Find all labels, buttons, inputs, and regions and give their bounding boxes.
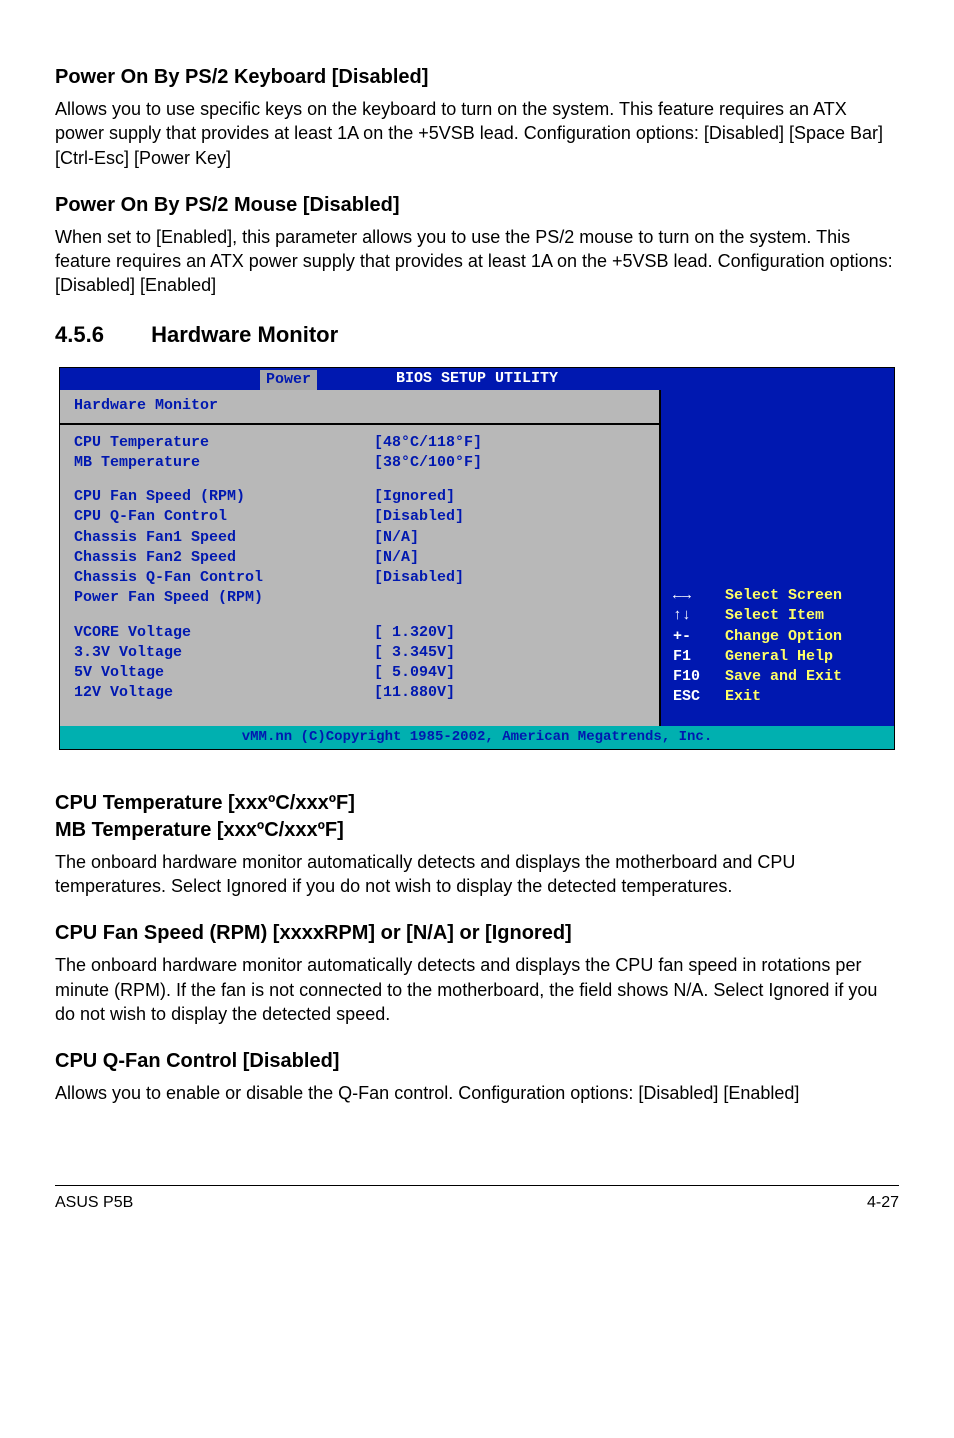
legend-desc: Select Item	[725, 606, 824, 626]
heading-hwmon-number: 4.5.6	[55, 320, 145, 350]
heading-power-keyboard: Power On By PS/2 Keyboard [Disabled]	[55, 64, 899, 91]
bios-copyright-bar: vMM.nn (C)Copyright 1985-2002, American …	[60, 726, 894, 749]
bios-legend: ←→Select Screen ↑↓Select Item +-Change O…	[673, 586, 882, 708]
legend-row: ESCExit	[673, 687, 882, 707]
footer-left: ASUS P5B	[55, 1192, 133, 1214]
bios-field-label[interactable]: 3.3V Voltage	[74, 643, 374, 663]
legend-key: ←→	[673, 586, 725, 606]
bios-row: 12V Voltage[11.880V]	[74, 683, 645, 703]
heading-hwmon: 4.5.6 Hardware Monitor	[55, 320, 899, 350]
bios-row: 3.3V Voltage[ 3.345V]	[74, 643, 645, 663]
bios-field-value[interactable]: [Ignored]	[374, 487, 455, 507]
heading-cpu-temp: CPU Temperature [xxxºC/xxxºF]	[55, 790, 899, 817]
bios-row: 5V Voltage[ 5.094V]	[74, 663, 645, 683]
bios-field-label[interactable]: Chassis Fan1 Speed	[74, 528, 374, 548]
legend-key: ↑↓	[673, 606, 725, 626]
bios-field-label[interactable]: 12V Voltage	[74, 683, 374, 703]
bios-field-label[interactable]: CPU Fan Speed (RPM)	[74, 487, 374, 507]
bios-field-label[interactable]: Power Fan Speed (RPM)	[74, 588, 374, 608]
legend-desc: General Help	[725, 647, 833, 667]
bios-panel-title: Hardware Monitor	[60, 390, 659, 424]
bios-field-value[interactable]: [Disabled]	[374, 568, 464, 588]
bios-left-pane: Hardware Monitor CPU Temperature[48°C/11…	[60, 390, 659, 725]
para-qfan: Allows you to enable or disable the Q-Fa…	[55, 1081, 899, 1105]
bios-field-label[interactable]: CPU Q-Fan Control	[74, 507, 374, 527]
bios-row: Chassis Q-Fan Control[Disabled]	[74, 568, 645, 588]
bios-tab-power[interactable]: Power	[260, 370, 317, 390]
bios-field-value[interactable]: [48°C/118°F]	[374, 433, 482, 453]
bios-row: Chassis Fan2 Speed[N/A]	[74, 548, 645, 568]
bios-row: Power Fan Speed (RPM)	[74, 588, 645, 608]
bios-row: CPU Fan Speed (RPM)[Ignored]	[74, 487, 645, 507]
bios-row: MB Temperature[38°C/100°F]	[74, 453, 645, 473]
legend-key: +-	[673, 627, 725, 647]
bios-field-value[interactable]: [Disabled]	[374, 507, 464, 527]
heading-fan-speed: CPU Fan Speed (RPM) [xxxxRPM] or [N/A] o…	[55, 920, 899, 947]
para-power-keyboard: Allows you to use specific keys on the k…	[55, 97, 899, 170]
bios-row: CPU Q-Fan Control[Disabled]	[74, 507, 645, 527]
legend-desc: Change Option	[725, 627, 842, 647]
legend-row: +-Change Option	[673, 627, 882, 647]
bios-row: Chassis Fan1 Speed[N/A]	[74, 528, 645, 548]
bios-field-label[interactable]: Chassis Fan2 Speed	[74, 548, 374, 568]
bios-fields: CPU Temperature[48°C/118°F] MB Temperatu…	[60, 425, 659, 726]
bios-field-value[interactable]: [ 3.345V]	[374, 643, 455, 663]
bios-help-pane: ←→Select Screen ↑↓Select Item +-Change O…	[659, 390, 894, 725]
footer-right: 4-27	[867, 1192, 899, 1214]
legend-desc: Save and Exit	[725, 667, 842, 687]
legend-desc: Select Screen	[725, 586, 842, 606]
bios-top-title: BIOS SETUP UTILITY	[396, 370, 558, 387]
legend-desc: Exit	[725, 687, 761, 707]
bios-field-label[interactable]: VCORE Voltage	[74, 623, 374, 643]
bios-screenshot: BIOS SETUP UTILITY Power Hardware Monito…	[59, 367, 895, 749]
bios-topbar: BIOS SETUP UTILITY Power	[60, 368, 894, 390]
legend-row: ↑↓Select Item	[673, 606, 882, 626]
heading-mb-temp: MB Temperature [xxxºC/xxxºF]	[55, 817, 899, 844]
bios-field-value[interactable]: [ 5.094V]	[374, 663, 455, 683]
bios-field-value[interactable]: [11.880V]	[374, 683, 455, 703]
bios-field-label[interactable]: MB Temperature	[74, 453, 374, 473]
bios-field-label[interactable]: CPU Temperature	[74, 433, 374, 453]
heading-hwmon-title: Hardware Monitor	[151, 322, 338, 347]
para-power-mouse: When set to [Enabled], this parameter al…	[55, 225, 899, 298]
bios-field-label[interactable]: Chassis Q-Fan Control	[74, 568, 374, 588]
bios-field-value[interactable]: [N/A]	[374, 528, 419, 548]
page-footer: ASUS P5B 4-27	[55, 1185, 899, 1214]
heading-temps: CPU Temperature [xxxºC/xxxºF] MB Tempera…	[55, 790, 899, 844]
legend-key: F10	[673, 667, 725, 687]
bios-row: VCORE Voltage[ 1.320V]	[74, 623, 645, 643]
legend-key: ESC	[673, 687, 725, 707]
para-temps: The onboard hardware monitor automatical…	[55, 850, 899, 899]
legend-row: F1General Help	[673, 647, 882, 667]
bios-field-value[interactable]: [38°C/100°F]	[374, 453, 482, 473]
para-fan-speed: The onboard hardware monitor automatical…	[55, 953, 899, 1026]
heading-qfan: CPU Q-Fan Control [Disabled]	[55, 1048, 899, 1075]
bios-field-value[interactable]: [ 1.320V]	[374, 623, 455, 643]
legend-row: F10Save and Exit	[673, 667, 882, 687]
bios-field-label[interactable]: 5V Voltage	[74, 663, 374, 683]
bios-field-value[interactable]: [N/A]	[374, 548, 419, 568]
legend-key: F1	[673, 647, 725, 667]
bios-row: CPU Temperature[48°C/118°F]	[74, 433, 645, 453]
legend-row: ←→Select Screen	[673, 586, 882, 606]
heading-power-mouse: Power On By PS/2 Mouse [Disabled]	[55, 192, 899, 219]
